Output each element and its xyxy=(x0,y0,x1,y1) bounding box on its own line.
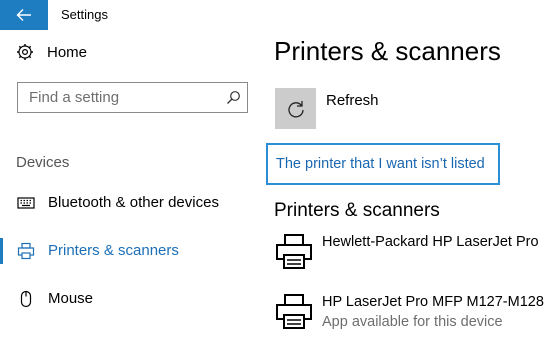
sidebar-item-bluetooth[interactable]: Bluetooth & other devices xyxy=(0,188,258,218)
sidebar: Home Devices Bluetooth & other devices P… xyxy=(0,30,258,344)
active-indicator xyxy=(0,238,3,264)
printer-item[interactable]: HP LaserJet Pro MFP M127-M128 App availa… xyxy=(274,292,545,336)
search-box[interactable] xyxy=(17,82,248,113)
printer-name: HP LaserJet Pro MFP M127-M128 xyxy=(322,294,544,310)
back-arrow-icon xyxy=(16,9,31,21)
main-content: Printers & scanners Refresh The printer … xyxy=(258,30,545,344)
mouse-icon xyxy=(20,290,32,308)
printer-status: App available for this device xyxy=(322,314,503,330)
printer-name: Hewlett-Packard HP LaserJet Pro xyxy=(322,234,539,250)
gear-icon xyxy=(17,44,33,60)
back-button[interactable] xyxy=(0,0,48,30)
home-label: Home xyxy=(47,43,88,61)
refresh-icon xyxy=(287,100,304,117)
printer-icon xyxy=(276,294,312,329)
home-nav-item[interactable]: Home xyxy=(16,42,87,62)
printer-not-listed-link[interactable]: The printer that I want isn’t listed xyxy=(266,143,500,185)
printer-icon xyxy=(276,234,312,269)
refresh-label[interactable]: Refresh xyxy=(326,92,379,109)
title-bar: Settings xyxy=(0,0,545,30)
sidebar-item-printers[interactable]: Printers & scanners xyxy=(0,236,258,266)
sidebar-item-mouse[interactable]: Mouse xyxy=(0,284,258,314)
printer-icon xyxy=(17,242,35,260)
devices-section-label: Devices xyxy=(16,154,70,171)
sidebar-item-label: Printers & scanners xyxy=(48,242,179,259)
sidebar-item-label: Mouse xyxy=(48,290,94,307)
page-title: Printers & scanners xyxy=(274,36,501,66)
printer-not-listed-label[interactable]: The printer that I want isn’t listed xyxy=(276,156,485,172)
sidebar-item-label: Bluetooth & other devices xyxy=(48,194,219,211)
search-icon[interactable] xyxy=(226,90,241,105)
keyboard-icon xyxy=(17,197,35,209)
section-heading: Printers & scanners xyxy=(274,200,440,221)
refresh-button[interactable] xyxy=(275,88,316,129)
printer-item[interactable]: Hewlett-Packard HP LaserJet Pro xyxy=(274,232,545,276)
search-input[interactable] xyxy=(18,83,229,112)
window-title: Settings xyxy=(61,7,108,22)
